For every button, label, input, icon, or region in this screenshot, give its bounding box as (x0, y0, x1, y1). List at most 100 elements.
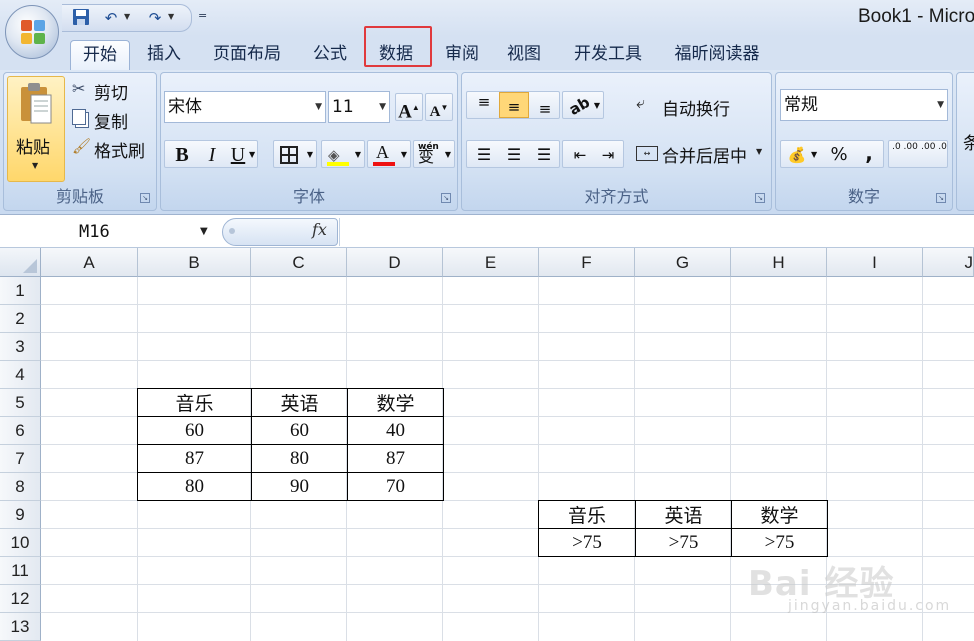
tab-developer[interactable]: 开发工具 (564, 40, 652, 70)
tab-home[interactable]: 开始 (70, 40, 130, 70)
percent-button[interactable]: % (827, 141, 851, 169)
align-middle-icon[interactable]: ≡ (499, 92, 529, 118)
font-color-dropdown-icon[interactable]: ▼ (401, 141, 407, 169)
phonetic-dropdown-icon[interactable]: ▼ (445, 141, 451, 169)
table-cell[interactable]: 80 (137, 472, 252, 501)
fill-color-dropdown-icon[interactable]: ▼ (355, 141, 361, 169)
orientation-button[interactable]: ab ▼ (562, 91, 604, 119)
undo-icon[interactable]: ↶ (100, 8, 122, 28)
table-cell[interactable]: 87 (347, 444, 444, 473)
clipboard-dialog-launcher-icon[interactable]: ↘ (140, 193, 150, 203)
font-size-select[interactable]: 11 ▼ (328, 91, 390, 123)
table-cell[interactable]: 40 (347, 416, 444, 445)
borders-button[interactable]: ▼ (273, 140, 317, 168)
column-header[interactable]: G (635, 248, 731, 277)
merge-center-button[interactable]: ↔ 合并后居中 ▼ (632, 140, 768, 168)
table-header-cell[interactable]: 英语 (251, 388, 348, 417)
row-header[interactable]: 12 (0, 585, 41, 613)
italic-button[interactable]: I (199, 141, 225, 169)
align-center-icon[interactable]: ☰ (500, 141, 528, 169)
formula-input[interactable] (339, 218, 974, 246)
wrap-text-button[interactable]: ⤶ 自动换行 (632, 93, 768, 121)
currency-icon[interactable]: 💰 (784, 141, 810, 169)
phonetic-guide-button[interactable]: wén 变 ▼ (413, 140, 455, 168)
shrink-font-button[interactable]: A▼ (425, 93, 453, 121)
row-header[interactable]: 10 (0, 529, 41, 557)
row-header[interactable]: 1 (0, 277, 41, 305)
grow-font-button[interactable]: A▲ (395, 93, 423, 122)
font-dialog-launcher-icon[interactable]: ↘ (441, 193, 451, 203)
table-header-cell[interactable]: 音乐 (538, 500, 636, 529)
increase-indent-icon[interactable]: ⇥ (594, 141, 622, 169)
row-header[interactable]: 6 (0, 417, 41, 445)
currency-dropdown-icon[interactable]: ▼ (811, 141, 817, 169)
row-header[interactable]: 7 (0, 445, 41, 473)
column-header[interactable]: I (827, 248, 923, 277)
name-box-dropdown-icon[interactable]: ▼ (200, 226, 208, 237)
select-all-button[interactable] (0, 248, 41, 277)
align-left-icon[interactable]: ☰ (470, 141, 498, 169)
tab-foxit-reader[interactable]: 福昕阅读器 (664, 40, 770, 70)
row-header[interactable]: 13 (0, 613, 41, 641)
tab-insert[interactable]: 插入 (138, 40, 190, 70)
format-painter-button[interactable]: 🖌 格式刷 (70, 137, 154, 162)
tab-view[interactable]: 视图 (498, 40, 550, 70)
table-header-cell[interactable]: 音乐 (137, 388, 252, 417)
office-button[interactable] (5, 5, 59, 59)
table-cell[interactable]: >75 (538, 528, 636, 557)
paste-dropdown-icon[interactable]: ▼ (32, 161, 38, 170)
tab-formulas[interactable]: 公式 (304, 40, 356, 70)
column-header[interactable]: A (41, 248, 138, 277)
name-box[interactable]: M16 (0, 219, 218, 245)
row-header[interactable]: 9 (0, 501, 41, 529)
increase-decimal-button[interactable]: .0 .00 (891, 141, 919, 153)
tab-review[interactable]: 审阅 (436, 40, 488, 70)
orientation-dropdown-icon[interactable]: ▼ (594, 92, 600, 120)
column-header[interactable]: D (347, 248, 443, 277)
number-dialog-launcher-icon[interactable]: ↘ (936, 193, 946, 203)
column-header[interactable]: F (539, 248, 635, 277)
table-header-cell[interactable]: 英语 (635, 500, 732, 529)
tab-page-layout[interactable]: 页面布局 (204, 40, 290, 70)
bold-button[interactable]: B (169, 141, 195, 169)
decrease-decimal-button[interactable]: .00 .0 (920, 141, 948, 153)
font-name-select[interactable]: 宋体 ▼ (164, 91, 326, 123)
alignment-dialog-launcher-icon[interactable]: ↘ (755, 193, 765, 203)
cut-button[interactable]: ✂ 剪切 (70, 79, 154, 104)
table-cell[interactable]: 90 (251, 472, 348, 501)
undo-dropdown-icon[interactable]: ▼ (124, 12, 134, 24)
column-header[interactable]: J (923, 248, 974, 277)
table-cell[interactable]: 60 (137, 416, 252, 445)
paste-button[interactable]: 粘贴 ▼ (7, 76, 65, 182)
number-format-select[interactable]: 常规 ▼ (780, 89, 948, 121)
decrease-indent-icon[interactable]: ⇤ (566, 141, 594, 169)
merge-dropdown-icon[interactable]: ▼ (756, 147, 762, 156)
table-cell[interactable]: >75 (635, 528, 732, 557)
table-cell[interactable]: 60 (251, 416, 348, 445)
table-cell[interactable]: 80 (251, 444, 348, 473)
align-top-icon[interactable]: ≡ (470, 92, 498, 118)
qat-customize-button[interactable]: = (198, 9, 207, 22)
redo-dropdown-icon[interactable]: ▼ (168, 12, 178, 24)
underline-button[interactable]: U (227, 141, 249, 169)
column-header[interactable]: B (138, 248, 251, 277)
column-header[interactable]: E (443, 248, 539, 277)
conditional-format-partial-label[interactable]: 条 (963, 129, 974, 154)
table-cell[interactable]: 87 (137, 444, 252, 473)
row-header[interactable]: 2 (0, 305, 41, 333)
row-header[interactable]: 4 (0, 361, 41, 389)
save-icon[interactable] (70, 8, 92, 28)
align-right-icon[interactable]: ☰ (530, 141, 558, 169)
row-header[interactable]: 5 (0, 389, 41, 417)
table-header-cell[interactable]: 数学 (347, 388, 444, 417)
font-color-button[interactable]: A ▼ (367, 140, 411, 168)
table-header-cell[interactable]: 数学 (731, 500, 828, 529)
comma-button[interactable]: , (857, 139, 881, 167)
align-bottom-icon[interactable]: ≡ (531, 92, 559, 118)
column-header[interactable]: C (251, 248, 347, 277)
redo-icon[interactable]: ↷ (144, 8, 166, 28)
underline-dropdown-icon[interactable]: ▼ (249, 141, 255, 169)
borders-dropdown-icon[interactable]: ▼ (307, 141, 313, 169)
table-cell[interactable]: 70 (347, 472, 444, 501)
copy-button[interactable]: 复制 (70, 108, 154, 133)
